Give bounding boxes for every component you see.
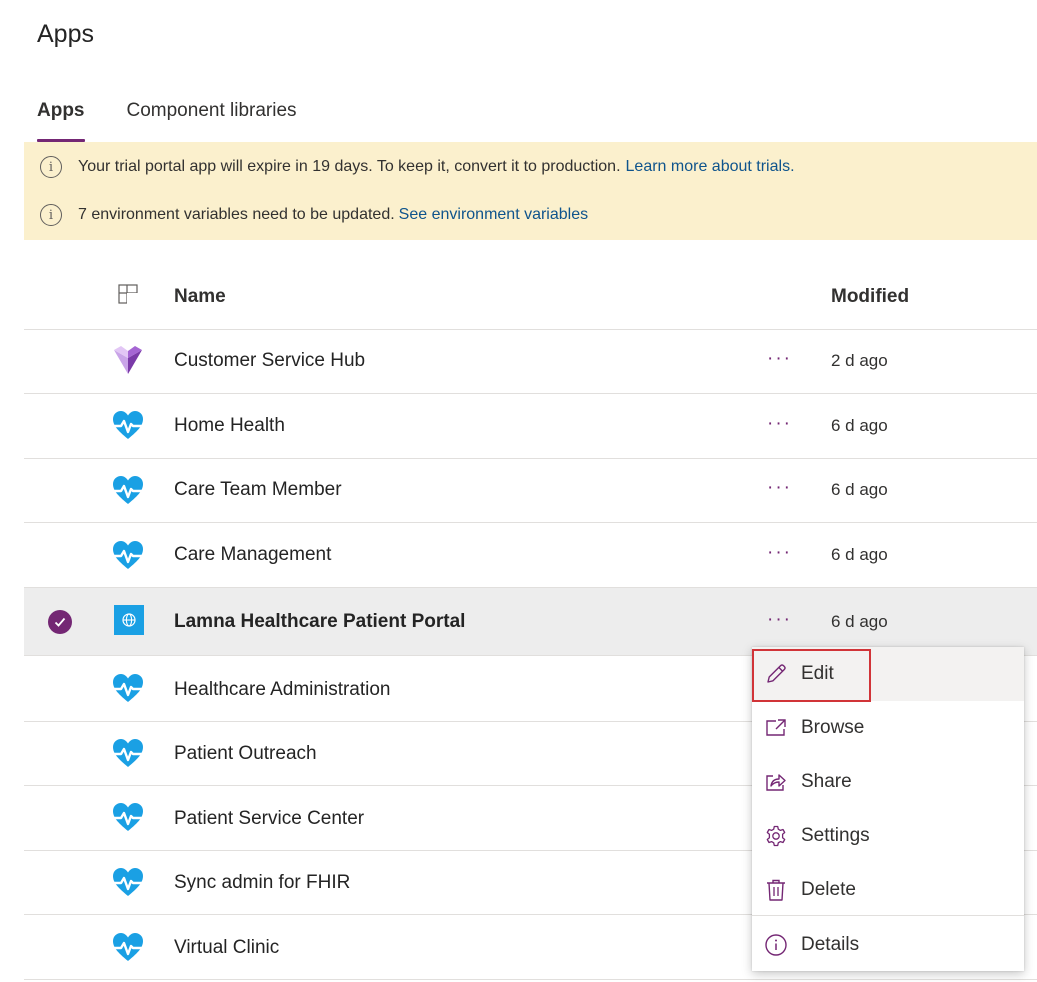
info-icon: i [40, 156, 62, 178]
app-name[interactable]: Virtual Clinic [174, 937, 279, 959]
env-variables-notice: i 7 environment variables need to be upd… [40, 203, 588, 227]
notification-banner: i Your trial portal app will expire in 1… [24, 142, 1037, 240]
app-name[interactable]: Customer Service Hub [174, 350, 365, 372]
file-type-column-icon[interactable] [118, 284, 138, 304]
menu-item-label: Browse [801, 717, 865, 738]
more-options-button[interactable]: ··· [767, 477, 792, 499]
modified-date: 6 d ago [831, 416, 888, 435]
app-name[interactable]: Lamna Healthcare Patient Portal [174, 611, 465, 633]
healthcare-heart-icon [113, 933, 143, 961]
app-name[interactable]: Home Health [174, 415, 285, 437]
app-name[interactable]: Patient Service Center [174, 808, 364, 830]
menu-item-label: Delete [801, 879, 856, 900]
healthcare-heart-icon [113, 739, 143, 767]
more-options-button[interactable]: ··· [767, 542, 792, 564]
menu-item-label: Details [801, 934, 860, 955]
table-row[interactable]: Care Team Member ··· 6 d ago [24, 459, 1037, 523]
column-header-modified[interactable]: Modified [831, 286, 909, 308]
portal-globe-icon [114, 605, 144, 635]
tab-bar: Apps Component libraries [37, 96, 339, 142]
modified-date: 6 d ago [831, 545, 888, 564]
menu-item-details[interactable]: Details [752, 918, 1024, 972]
menu-item-label: Settings [801, 825, 870, 846]
menu-divider [752, 915, 1024, 916]
pencil-icon [764, 662, 788, 686]
menu-item-share[interactable]: Share [752, 755, 1024, 809]
modified-date: 6 d ago [831, 480, 888, 499]
open-external-icon [764, 716, 788, 740]
tab-apps[interactable]: Apps [37, 96, 85, 142]
menu-item-label: Share [801, 771, 852, 792]
table-row[interactable]: Care Management ··· 6 d ago [24, 523, 1037, 588]
tab-component-libraries[interactable]: Component libraries [127, 96, 297, 142]
more-options-button[interactable]: ··· [767, 413, 792, 435]
healthcare-heart-icon [113, 476, 143, 504]
learn-more-trials-link[interactable]: Learn more about trials. [626, 158, 795, 176]
menu-item-browse[interactable]: Browse [752, 701, 1024, 755]
env-notice-text: 7 environment variables need to be updat… [78, 206, 395, 223]
healthcare-heart-icon [113, 411, 143, 439]
healthcare-heart-icon [113, 674, 143, 702]
healthcare-heart-icon [113, 541, 143, 569]
row-selected-checkmark-icon[interactable] [48, 610, 72, 634]
modified-date: 2 d ago [831, 351, 888, 370]
column-header-name[interactable]: Name [174, 286, 226, 308]
app-name[interactable]: Sync admin for FHIR [174, 872, 350, 894]
app-name[interactable]: Care Team Member [174, 479, 342, 501]
customer-service-hub-icon [114, 346, 142, 374]
menu-item-label: Edit [801, 663, 834, 684]
healthcare-heart-icon [113, 868, 143, 896]
app-name[interactable]: Patient Outreach [174, 743, 317, 765]
table-header: Name Modified [24, 266, 1037, 330]
page-title: Apps [37, 20, 94, 48]
more-options-button[interactable]: ··· [767, 609, 792, 631]
menu-item-edit[interactable]: Edit [752, 647, 1024, 701]
see-environment-variables-link[interactable]: See environment variables [399, 206, 588, 224]
trash-icon [764, 878, 788, 902]
app-context-menu: Edit Browse Share Settings Delete Detail… [752, 647, 1024, 971]
trial-notice-text: Your trial portal app will expire in 19 … [78, 158, 621, 175]
gear-icon [764, 824, 788, 848]
info-icon [764, 933, 788, 957]
table-row[interactable]: Home Health ··· 6 d ago [24, 394, 1037, 459]
info-icon: i [40, 204, 62, 226]
table-row-selected[interactable]: Lamna Healthcare Patient Portal ··· 6 d … [24, 588, 1037, 656]
trial-notice: i Your trial portal app will expire in 1… [40, 155, 795, 179]
healthcare-heart-icon [113, 803, 143, 831]
table-row[interactable]: Customer Service Hub ··· 2 d ago [24, 330, 1037, 394]
app-name[interactable]: Care Management [174, 544, 331, 566]
app-name[interactable]: Healthcare Administration [174, 679, 391, 701]
modified-date: 6 d ago [831, 612, 888, 631]
share-icon [764, 770, 788, 794]
more-options-button[interactable]: ··· [767, 348, 792, 370]
menu-item-settings[interactable]: Settings [752, 809, 1024, 863]
menu-item-delete[interactable]: Delete [752, 863, 1024, 917]
